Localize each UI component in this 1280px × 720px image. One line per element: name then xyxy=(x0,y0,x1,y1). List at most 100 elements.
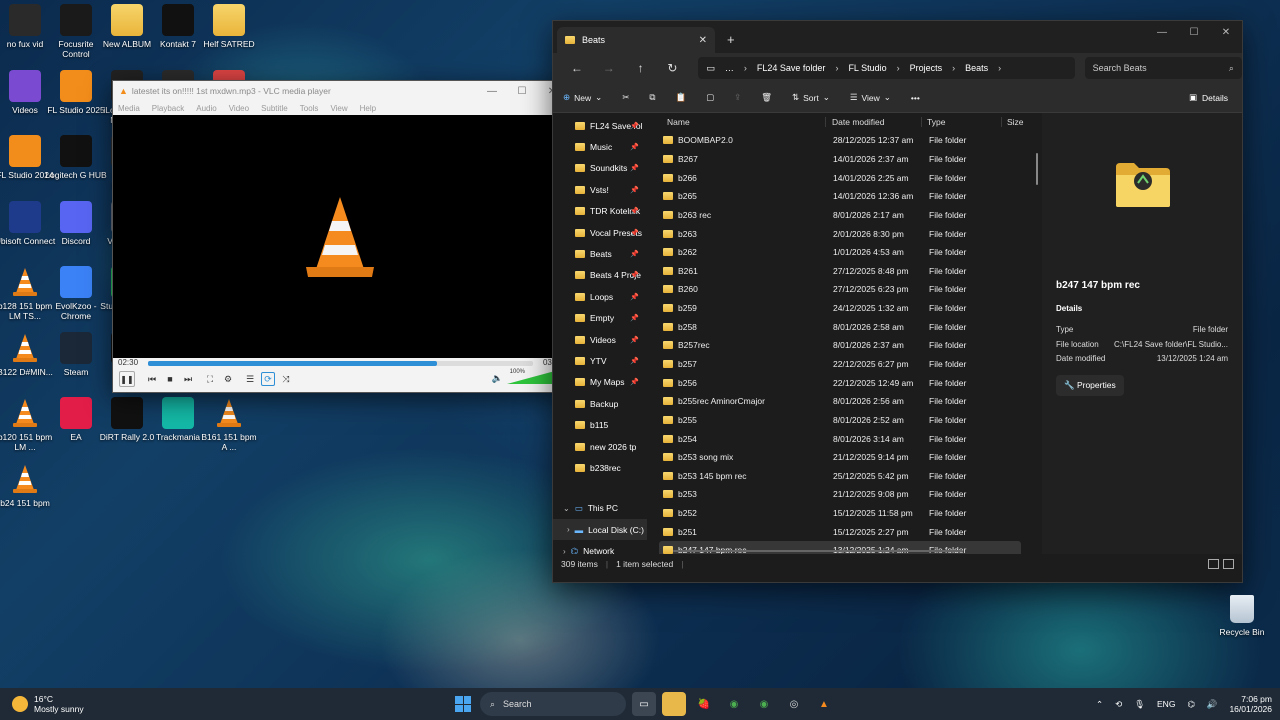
sidebar-item[interactable]: b115 xyxy=(553,414,647,435)
shuffle-icon[interactable]: ⤨ xyxy=(279,372,293,386)
previous-icon[interactable]: ⏮ xyxy=(145,372,159,386)
desktop-icon[interactable]: B161 151 bpm A ... xyxy=(198,397,260,452)
vlc-titlebar[interactable]: ▲ latestet its on!!!!! 1st mxdwn.mp3 - V… xyxy=(113,81,567,101)
file-row[interactable]: b263 2/01/2026 8:30 pm File folder xyxy=(659,224,1021,243)
tab-beats[interactable]: Beats ✕ xyxy=(557,27,715,53)
loop-icon[interactable]: ⟳ xyxy=(261,372,275,386)
file-row[interactable]: b266 14/01/2026 2:25 am File folder xyxy=(659,168,1021,187)
file-row[interactable]: b263 rec 8/01/2026 2:17 am File folder xyxy=(659,206,1021,225)
back-button[interactable]: ← xyxy=(561,61,593,75)
minimize-button[interactable]: — xyxy=(477,86,507,97)
sidebar-item[interactable]: Vsts! 📌 xyxy=(553,179,647,200)
file-row[interactable]: B260 27/12/2025 6:23 pm File folder xyxy=(659,280,1021,299)
sidebar-item[interactable]: Soundkits 📌 xyxy=(553,158,647,179)
video-area[interactable] xyxy=(113,115,567,358)
file-explorer-icon[interactable] xyxy=(662,692,686,716)
menu-subtitle[interactable]: Subtitle xyxy=(261,104,288,113)
column-name[interactable]: Name xyxy=(647,117,825,127)
start-button[interactable] xyxy=(452,693,474,715)
view-button[interactable]: ☰ View ⌄ xyxy=(850,92,891,103)
desktop-icon[interactable]: b24 151 bpm xyxy=(0,463,56,508)
sidebar-item[interactable]: My Maps 📌 xyxy=(553,372,647,393)
fullscreen-icon[interactable]: ⛶ xyxy=(203,372,217,386)
sidebar-item[interactable]: Backup xyxy=(553,393,647,414)
chevron-icon[interactable]: ⌄ xyxy=(563,504,570,513)
sidebar-item[interactable]: Beats 📌 xyxy=(553,243,647,264)
maximize-button[interactable]: ☐ xyxy=(1178,21,1210,43)
sidebar-item[interactable]: Vocal Presets 📌 xyxy=(553,222,647,243)
obs-icon[interactable]: ◎ xyxy=(782,692,806,716)
sidebar-item[interactable]: Beats 4 Proje 📌 xyxy=(553,265,647,286)
file-row[interactable]: b255rec AminorCmajor 8/01/2026 2:56 am Fil… xyxy=(659,392,1021,411)
copy-icon[interactable]: ⧉ xyxy=(649,92,655,103)
volume-icon[interactable]: 🔊 xyxy=(1207,699,1218,710)
file-row[interactable]: b255 8/01/2026 2:52 am File folder xyxy=(659,411,1021,430)
horizontal-scrollbar[interactable] xyxy=(673,550,963,552)
taskbar-search[interactable]: ⌕ Search xyxy=(480,692,626,716)
file-row[interactable]: b254 8/01/2026 3:14 am File folder xyxy=(659,429,1021,448)
file-row[interactable]: b253 21/12/2025 9:08 pm File folder xyxy=(659,485,1021,504)
close-button[interactable]: ✕ xyxy=(1210,21,1242,43)
sidebar-item[interactable]: Empty 📌 xyxy=(553,308,647,329)
file-row[interactable]: BOOMBAP2.0 28/12/2025 12:37 am File folder xyxy=(659,131,1021,150)
column-size[interactable]: Size xyxy=(1001,116,1031,127)
up-button[interactable]: ↑ xyxy=(625,61,657,75)
cut-icon[interactable]: ✂ xyxy=(622,92,629,103)
sort-button[interactable]: ⇅ Sort ⌄ xyxy=(792,92,830,103)
file-row[interactable]: b257 22/12/2025 6:27 pm File folder xyxy=(659,355,1021,374)
menu-tools[interactable]: Tools xyxy=(300,104,319,113)
seek-bar[interactable] xyxy=(148,361,533,366)
stop-icon[interactable]: ■ xyxy=(163,372,177,386)
desktop-icon[interactable]: Helf SATRED xyxy=(198,4,260,49)
address-bar[interactable]: ▭ … › FL24 Save folder › FL Studio › Pro… xyxy=(698,57,1075,79)
recycle-bin[interactable]: Recycle Bin xyxy=(1216,595,1268,637)
chrome-icon[interactable]: ◉ xyxy=(752,692,776,716)
share-icon[interactable]: ⇪ xyxy=(734,92,741,103)
sidebar-item[interactable]: Music 📌 xyxy=(553,136,647,157)
chevron-icon[interactable]: › xyxy=(567,525,570,534)
sidebar-item[interactable]: › ▬ Local Disk (C:) xyxy=(553,519,647,541)
clock[interactable]: 7:06 pm 16/01/2026 xyxy=(1229,694,1272,714)
file-row[interactable]: b256 22/12/2025 12:49 am File folder xyxy=(659,373,1021,392)
microphone-icon[interactable]: 🎙 xyxy=(1134,699,1145,710)
refresh-button[interactable]: ↻ xyxy=(657,61,689,75)
file-row[interactable]: b253 song mix 21/12/2025 9:14 pm File fold… xyxy=(659,448,1021,467)
sidebar-item[interactable]: YTV 📌 xyxy=(553,350,647,371)
forward-button[interactable]: → xyxy=(593,61,625,75)
menu-view[interactable]: View xyxy=(330,104,347,113)
menu-playback[interactable]: Playback xyxy=(152,104,184,113)
properties-button[interactable]: 🔧 Properties xyxy=(1056,375,1124,396)
sidebar-item[interactable]: FL24 Save fol 📌 xyxy=(553,115,647,136)
tiles-view-icon[interactable] xyxy=(1223,559,1234,569)
file-row[interactable]: B257rec 8/01/2026 2:37 am File folder xyxy=(659,336,1021,355)
breadcrumb-overflow[interactable]: … xyxy=(725,63,734,73)
file-row[interactable]: b258 8/01/2026 2:58 am File folder xyxy=(659,317,1021,336)
speaker-icon[interactable]: 🔈 xyxy=(492,373,503,384)
pause-button[interactable]: ❚❚ xyxy=(119,371,135,387)
sync-icon[interactable]: ⟲ xyxy=(1115,699,1122,710)
paste-icon[interactable]: 📋 xyxy=(675,92,686,103)
details-button[interactable]: ▣ Details xyxy=(1189,92,1228,103)
delete-icon[interactable]: 🗑 xyxy=(761,92,772,103)
new-tab-button[interactable]: + xyxy=(727,32,735,47)
next-icon[interactable]: ⏭ xyxy=(181,372,195,386)
sidebar-item[interactable]: Videos 📌 xyxy=(553,329,647,350)
extended-settings-icon[interactable]: ⚙ xyxy=(221,372,235,386)
sidebar-item[interactable]: ⌄ ▭ This PC xyxy=(553,498,647,519)
search-input[interactable]: Search Beats ⌕ xyxy=(1084,57,1242,79)
fl-studio-icon[interactable]: 🍓 xyxy=(692,692,716,716)
column-type[interactable]: Type xyxy=(921,116,1001,127)
breadcrumb-item[interactable]: FL24 Save folder xyxy=(757,63,826,73)
weather-widget[interactable]: 16°C Mostly sunny xyxy=(12,694,84,714)
file-row[interactable]: b259 24/12/2025 1:32 am File folder xyxy=(659,299,1021,318)
file-row[interactable]: b265 14/01/2026 12:36 am File folder xyxy=(659,187,1021,206)
breadcrumb-item[interactable]: FL Studio xyxy=(848,63,886,73)
close-tab-icon[interactable]: ✕ xyxy=(699,35,707,46)
file-row[interactable]: b252 15/12/2025 11:58 pm File folder xyxy=(659,504,1021,523)
vlc-icon[interactable]: ▲ xyxy=(812,692,836,716)
file-row[interactable]: B261 27/12/2025 8:48 pm File folder xyxy=(659,261,1021,280)
menu-audio[interactable]: Audio xyxy=(196,104,216,113)
file-row[interactable]: b251 15/12/2025 2:27 pm File folder xyxy=(659,522,1021,541)
more-options-icon[interactable]: ••• xyxy=(911,93,920,103)
rename-icon[interactable]: ▢ xyxy=(706,92,714,103)
